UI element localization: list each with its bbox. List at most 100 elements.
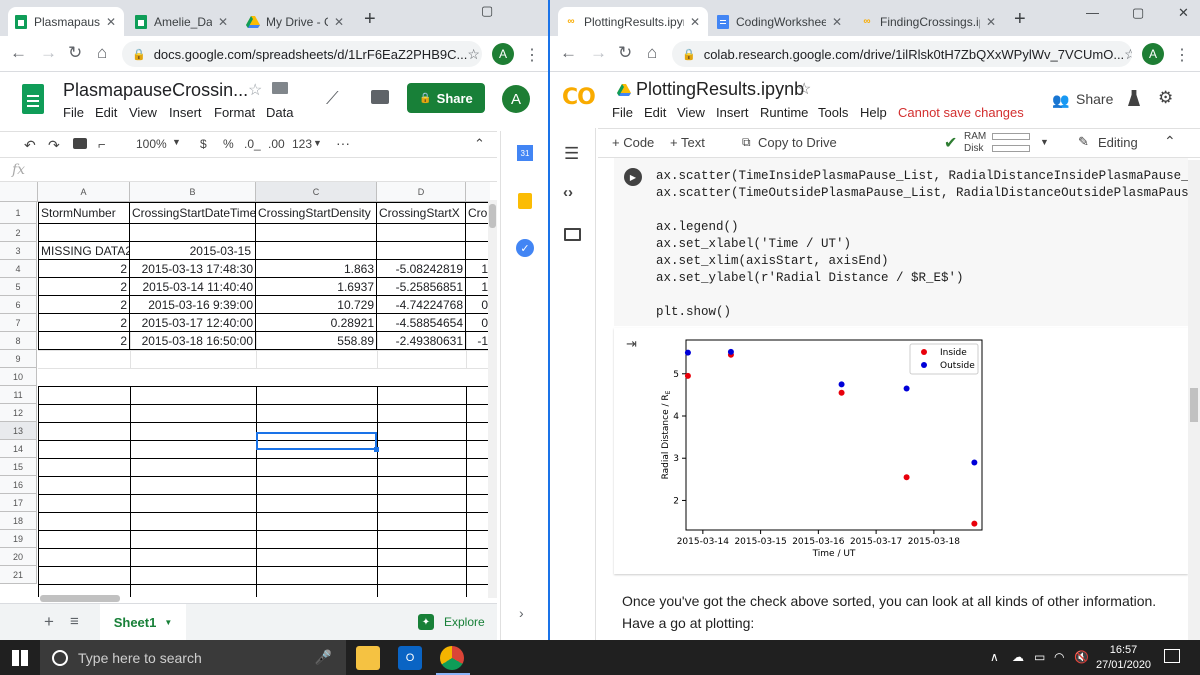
share-button[interactable]: 🔒 Share [407,83,485,113]
maximize-icon[interactable]: ▢ [1132,6,1144,20]
header-cell[interactable]: StormNumber [38,202,130,224]
close-icon[interactable]: ✕ [830,15,844,29]
menu-edit[interactable]: Edit [644,105,666,120]
menu-runtime[interactable]: Runtime [760,105,808,120]
wifi-icon[interactable]: ◠ [1054,650,1064,664]
editing-mode-button[interactable]: Editing [1098,135,1138,150]
notebook-scrollbar[interactable] [1188,160,1200,640]
sheets-avatar[interactable]: A [502,85,530,113]
row-header[interactable]: 9 [0,350,37,368]
scroll-thumb[interactable] [489,204,496,228]
header-cell[interactable]: CrossingStartX [377,202,466,224]
menu-edit[interactable]: Edit [95,105,117,120]
forward-icon[interactable]: → [590,44,607,62]
row-header[interactable]: 12 [0,404,37,422]
activity-trend-icon[interactable]: ⟋ [326,88,339,109]
microphone-icon[interactable]: 🎤 [315,649,332,666]
table-cell[interactable]: MISSING DATA2 [38,242,130,260]
sheet-tab-sheet1[interactable]: Sheet1 ▼ [100,604,186,640]
table-cell[interactable] [466,242,490,260]
more-formats-button[interactable]: 123 [292,137,312,151]
table-cell[interactable]: 2015-03-13 17:48:30 [130,260,256,278]
back-icon[interactable]: ← [10,44,27,62]
home-icon[interactable]: ⌂ [97,44,107,62]
table-cell[interactable]: 2015-03-14 11:40:40 [130,278,256,296]
table-cell[interactable]: 2015-03-18 16:50:00 [130,332,256,350]
onedrive-cloud-icon[interactable]: ☁ [1012,650,1024,664]
add-sheet-icon[interactable]: + [44,612,54,632]
selected-cell-c13[interactable] [256,432,379,452]
chevron-down-icon[interactable]: ▼ [172,137,181,147]
notifications-icon[interactable] [1164,649,1180,663]
table-cell[interactable] [466,224,490,242]
menu-file[interactable]: File [612,105,633,120]
table-cell[interactable]: 0 [466,314,490,332]
row-header[interactable]: 2 [0,224,37,242]
table-cell[interactable]: -1 [466,332,490,350]
close-icon[interactable]: ✕ [688,15,702,29]
tab-amelie-data[interactable]: Amelie_Data ✕ [128,7,236,36]
cannot-save-warning[interactable]: Cannot save changes [898,105,1024,120]
star-doc-icon[interactable]: ☆ [248,80,262,100]
table-cell[interactable]: -2.49380631 [377,332,466,350]
table-cell[interactable]: 558.89 [256,332,377,350]
row-header[interactable]: 4 [0,260,37,278]
folder-icon[interactable] [272,82,288,94]
code-snippets-icon[interactable]: ‹› [563,184,573,201]
table-cell[interactable]: 2 [38,278,130,296]
tab-plasmapause[interactable]: PlasmapauseCrossings ✕ [8,7,124,36]
home-icon[interactable]: ⌂ [647,44,657,62]
reload-icon[interactable]: ↻ [618,44,632,62]
new-tab-icon[interactable]: + [1014,9,1026,29]
share-button[interactable]: Share [1076,91,1113,107]
row-header[interactable]: 14 [0,440,37,458]
paint-format-icon[interactable]: ⌐ [98,137,106,152]
increase-decimal-button[interactable]: .00 [268,137,285,151]
star-icon[interactable]: ☆ [467,46,480,63]
row-header[interactable]: 16 [0,476,37,494]
row-header[interactable]: 10 [0,368,37,386]
table-cell[interactable]: 2 [38,332,130,350]
table-cell[interactable] [377,224,466,242]
menu-tools[interactable]: Tools [818,105,848,120]
scroll-thumb[interactable] [1190,388,1198,422]
minimize-icon[interactable]: — [1086,6,1099,20]
column-header-b[interactable]: B [130,182,256,202]
all-sheets-icon[interactable]: ≡ [70,613,79,630]
menu-data[interactable]: Data [266,105,293,120]
table-cell[interactable]: 2015-03-16 9:39:00 [130,296,256,314]
close-icon[interactable]: ✕ [984,15,998,29]
star-notebook-icon[interactable]: ☆ [797,79,811,99]
notebook-title[interactable]: PlottingResults.ipynb [636,79,804,100]
add-text-button[interactable]: + Text [670,135,705,150]
table-cell[interactable]: 2 [38,296,130,314]
menu-file[interactable]: File [63,105,84,120]
percent-format-button[interactable]: % [223,137,234,151]
column-header-a[interactable]: A [38,182,130,202]
row-header[interactable]: 15 [0,458,37,476]
close-icon[interactable]: ✕ [104,15,118,29]
battery-icon[interactable]: ▭ [1034,650,1045,664]
table-cell[interactable]: -4.58854654 [377,314,466,332]
table-cell[interactable]: 2 [38,314,130,332]
sheets-logo-icon[interactable] [22,84,44,114]
table-cell[interactable]: 0.28921 [256,314,377,332]
windows-start-icon[interactable] [12,650,28,666]
table-cell[interactable]: 1 [466,278,490,296]
currency-format-button[interactable]: $ [200,137,207,151]
row-header[interactable]: 19 [0,530,37,548]
collapse-header-icon[interactable]: ⌃ [1164,133,1176,150]
tasks-icon[interactable]: ✓ [516,239,534,257]
add-code-button[interactable]: + Code [612,135,654,150]
table-cell[interactable]: 0 [466,296,490,314]
close-icon[interactable]: ✕ [216,15,230,29]
zoom-select[interactable]: 100% [136,137,167,151]
profile-avatar[interactable]: A [1142,43,1164,65]
resources-dropdown-icon[interactable]: ▼ [1040,137,1049,147]
close-icon[interactable]: ✕ [332,15,346,29]
more-menu-icon[interactable]: ⋮ [1174,45,1190,65]
tab-plotting-results[interactable]: ∞ PlottingResults.ipynb ✕ [558,7,708,36]
row-header[interactable]: 7 [0,314,37,332]
menu-format[interactable]: Format [214,105,255,120]
address-bar[interactable]: 🔒 colab.research.google.com/drive/1ilRls… [672,41,1132,67]
